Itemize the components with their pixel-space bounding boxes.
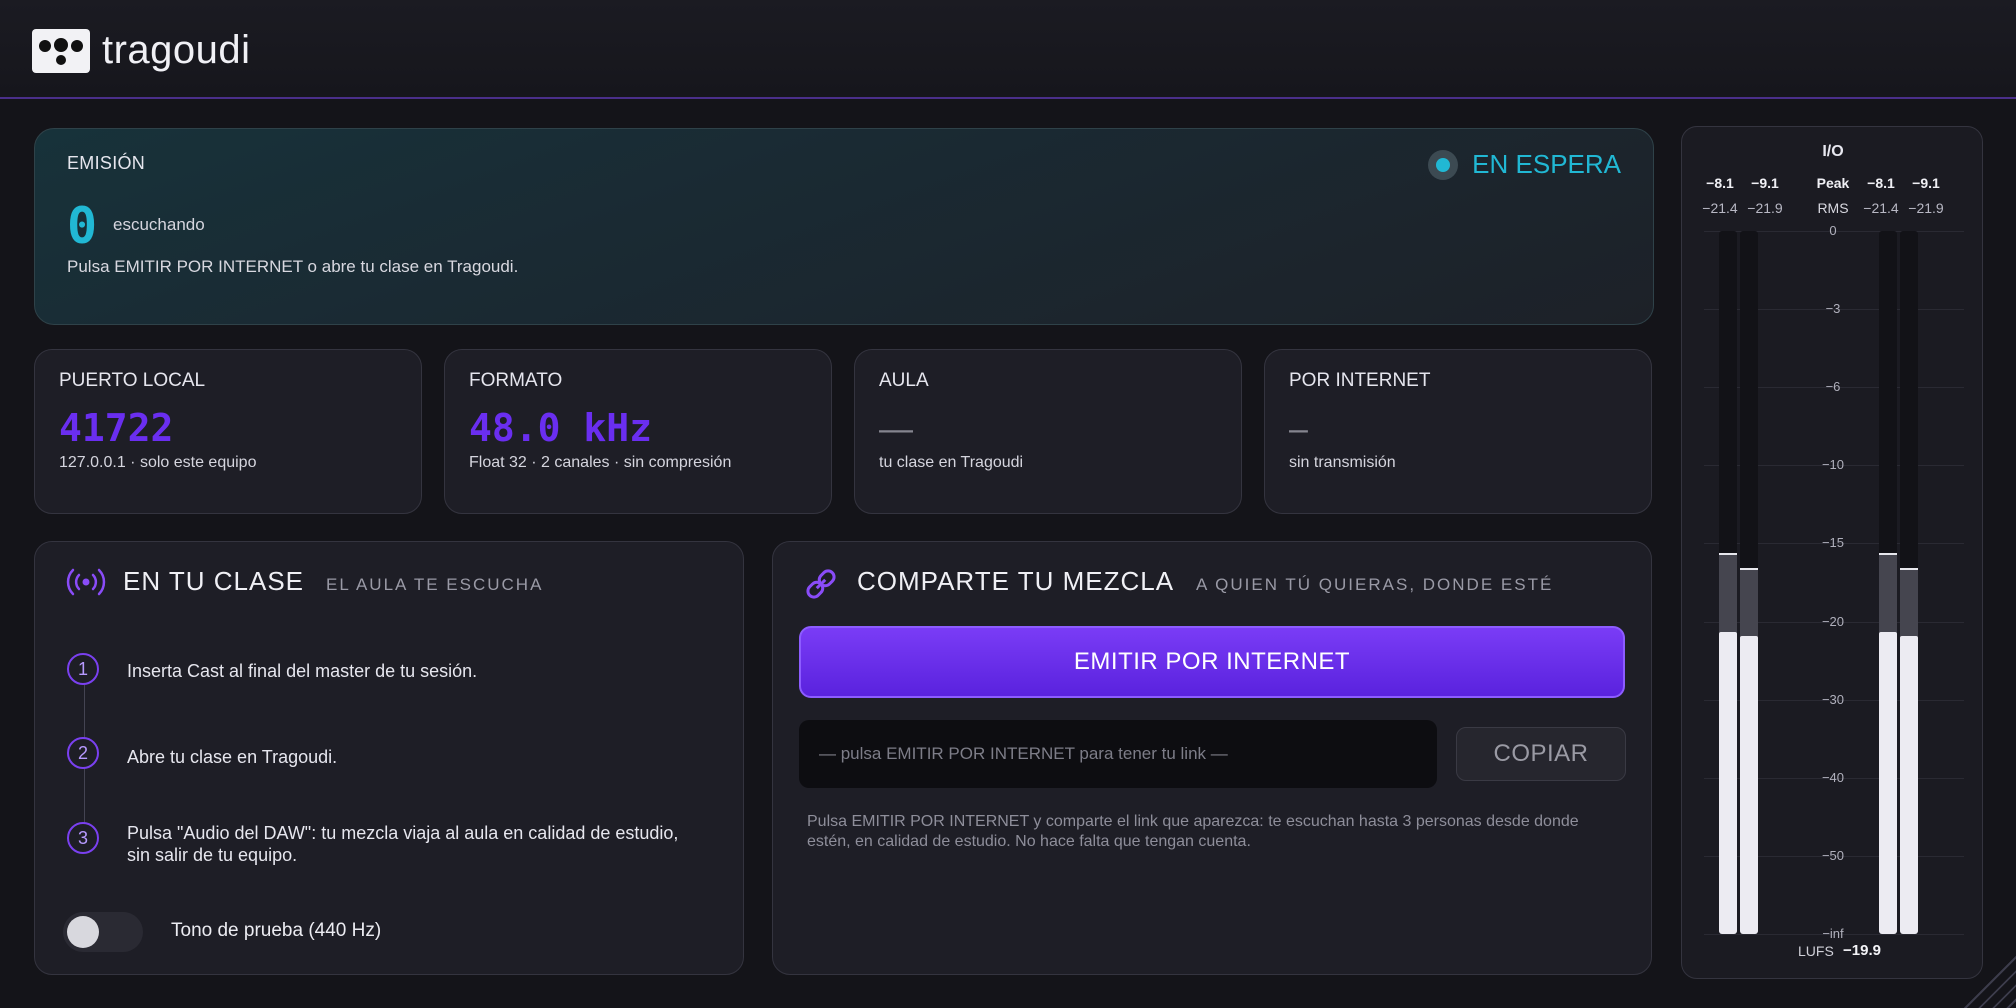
stat-value: 48.0 kHz: [469, 406, 653, 450]
status-indicator-icon: [1428, 149, 1459, 180]
meter-rms-fill: [1879, 632, 1897, 934]
test-tone-toggle[interactable]: [63, 912, 143, 952]
scale-tick-label: −40: [1821, 769, 1845, 785]
meter-rms-fill: [1719, 632, 1737, 934]
app-logo: tragoudi: [32, 28, 251, 73]
emission-status: EN ESPERA: [1428, 149, 1621, 180]
step-number: 3: [67, 822, 99, 854]
step-text: Inserta Cast al final del master de tu s…: [127, 661, 478, 681]
status-text: EN ESPERA: [1472, 149, 1621, 179]
scale-tick-label: −6: [1825, 379, 1841, 395]
stat-card-format: FORMATO 48.0 kHz Float 32 · 2 canales · …: [444, 349, 832, 514]
stat-card-aula: AULA — tu clase en Tragoudi: [854, 349, 1242, 514]
broadcast-icon: [66, 568, 106, 595]
step-number: 1: [67, 653, 99, 685]
input-left-rms: −21.4: [1702, 200, 1738, 216]
scale-tick-label: −50: [1821, 847, 1845, 863]
stat-card-port: PUERTO LOCAL 41722 127.0.0.1 · solo este…: [34, 349, 422, 514]
link-icon: [806, 569, 836, 599]
lufs-value: −19.9: [1843, 942, 1881, 959]
scale-tick-label: 0: [1829, 223, 1837, 238]
stat-title: PUERTO LOCAL: [59, 370, 206, 391]
stat-sub: 127.0.0.1 · solo este equipo: [59, 454, 257, 471]
share-panel-title: COMPARTE TU MEZCLA: [857, 566, 1175, 596]
share-link-field[interactable]: — pulsa EMITIR POR INTERNET para tener t…: [799, 720, 1437, 788]
copy-link-button[interactable]: COPIAR: [1456, 727, 1626, 781]
scale-tick-label: −3: [1825, 301, 1841, 317]
listener-count-label: escuchando: [113, 215, 205, 234]
output-left-meter: [1879, 231, 1897, 934]
output-left-rms: −21.4: [1863, 200, 1899, 216]
lufs-label: LUFS: [1798, 943, 1834, 959]
output-right-meter: [1900, 231, 1918, 934]
class-panel-header: EN TU CLASE EL AULA TE ESCUCHA: [65, 566, 543, 597]
class-panel-subtitle: EL AULA TE ESCUCHA: [326, 575, 544, 594]
input-left-meter: [1719, 231, 1737, 934]
output-right-peak: −9.1: [1912, 175, 1940, 191]
listener-count: 0: [67, 197, 98, 255]
class-panel: EN TU CLASE EL AULA TE ESCUCHA 1 Inserta…: [34, 541, 744, 975]
emission-card: EMISIÓN 0 escuchando Pulsa EMITIR POR IN…: [34, 128, 1654, 325]
step-text: Abre tu clase en Tragoudi.: [127, 747, 338, 767]
toggle-knob: [67, 916, 99, 948]
emission-hint: Pulsa EMITIR POR INTERNET o abre tu clas…: [67, 257, 519, 276]
output-right-rms: −21.9: [1908, 200, 1944, 216]
output-left-peak: −8.1: [1867, 175, 1895, 191]
emit-internet-button[interactable]: EMITIR POR INTERNET: [799, 626, 1625, 698]
share-panel-subtitle: A QUIEN TÚ QUIERAS, DONDE ESTÉ: [1196, 575, 1554, 594]
app-header: tragoudi: [0, 0, 2016, 99]
io-title: I/O: [1822, 143, 1844, 160]
input-right-rms: −21.9: [1747, 200, 1783, 216]
meter-rms-fill: [1900, 636, 1918, 934]
input-left-peak: −8.1: [1706, 175, 1734, 191]
stat-card-internet: POR INTERNET – sin transmisión: [1264, 349, 1652, 514]
step-text: Pulsa "Audio del DAW": tu mezcla viaja a…: [127, 823, 679, 865]
stat-value: –: [1289, 410, 1308, 448]
stat-value: —: [879, 410, 913, 448]
meter-rms-fill: [1740, 636, 1758, 934]
scale-tick-label: −inf: [1822, 926, 1844, 941]
stat-title: FORMATO: [469, 370, 563, 391]
scale-tick-label: −10: [1821, 457, 1845, 473]
scale-tick-label: −15: [1821, 535, 1845, 551]
stat-title: AULA: [879, 370, 929, 391]
stat-sub: Float 32 · 2 canales · sin compresión: [469, 454, 732, 471]
step-number: 2: [67, 737, 99, 769]
logo-mark-icon: [32, 28, 90, 73]
io-meter-panel: I/O −8.1 −9.1 Peak −8.1 −9.1 −21.4 −21.9…: [1681, 126, 1983, 979]
stat-title: POR INTERNET: [1289, 370, 1431, 391]
test-tone-label: Tono de prueba (440 Hz): [171, 920, 382, 941]
scale-tick-label: −30: [1821, 691, 1845, 707]
stat-sub: tu clase en Tragoudi: [879, 454, 1024, 471]
rms-label: RMS: [1817, 200, 1849, 216]
stat-value: 41722: [59, 406, 174, 450]
peak-label: Peak: [1816, 175, 1850, 191]
share-panel-header: COMPARTE TU MEZCLA A QUIEN TÚ QUIERAS, D…: [803, 566, 1553, 602]
class-panel-title: EN TU CLASE: [123, 566, 305, 596]
share-note: Pulsa EMITIR POR INTERNET y comparte el …: [807, 813, 1579, 850]
share-panel: COMPARTE TU MEZCLA A QUIEN TÚ QUIERAS, D…: [772, 541, 1652, 975]
app-name: tragoudi: [102, 28, 251, 72]
stat-sub: sin transmisión: [1289, 454, 1396, 471]
input-right-meter: [1740, 231, 1758, 934]
input-right-peak: −9.1: [1751, 175, 1779, 191]
scale-tick-label: −20: [1821, 613, 1845, 629]
emission-label: EMISIÓN: [67, 153, 146, 173]
